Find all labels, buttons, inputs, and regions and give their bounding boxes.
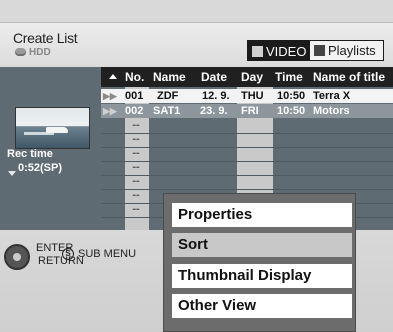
cell-date: 23. 9.	[200, 105, 228, 117]
table-header-row: No. Name Date Day Time Name of title	[101, 67, 393, 87]
col-header-time[interactable]: Time	[275, 67, 303, 87]
table-row[interactable]: ▶▶ 001 ZDF 12. 9. THU 10:50 Terra X	[101, 89, 393, 103]
cell-day: THU	[241, 90, 264, 102]
table-row-selected[interactable]: ▶▶ 002 SAT1 23. 9. FRI 10:50 Motors	[101, 104, 393, 118]
menu-item-sort[interactable]: Sort	[172, 233, 352, 257]
scroll-down-icon[interactable]	[8, 171, 16, 176]
empty-slot: --	[132, 175, 140, 187]
sub-menu-popup: Properties Sort Thumbnail Display Other …	[163, 193, 356, 332]
cell-title: Motors	[313, 105, 350, 117]
menu-item-thumbnail-display[interactable]: Thumbnail Display	[172, 264, 352, 288]
create-list-screen: Create List HDD VIDEO Playlists Rec time…	[0, 0, 393, 332]
cell-time: 10:50	[277, 90, 306, 102]
cell-time: 10:50	[277, 105, 306, 117]
menu-item-properties[interactable]: Properties	[172, 203, 352, 227]
menu-item-other-view[interactable]: Other View	[172, 294, 352, 318]
submenu-key-icon: S	[62, 248, 74, 260]
preview-panel: Rec time 0:52(SP)	[0, 67, 101, 230]
tab-video[interactable]: VIDEO	[247, 40, 314, 61]
playlists-square-icon	[314, 45, 325, 56]
drive-label: HDD	[29, 47, 51, 58]
return-label: RETURN	[38, 255, 84, 267]
thumbnail-image	[15, 107, 90, 149]
cell-name: SAT1	[153, 105, 181, 117]
play-indicator-icon: ▶▶	[103, 91, 117, 101]
rec-time-label: Rec time	[7, 148, 53, 160]
empty-slot: --	[132, 147, 140, 159]
empty-slot: --	[132, 189, 140, 201]
drive-indicator: HDD	[15, 47, 51, 58]
video-square-icon	[252, 46, 263, 57]
header-bar: Create List HDD VIDEO Playlists	[0, 22, 393, 67]
hdd-icon	[15, 48, 26, 57]
tab-playlists[interactable]: Playlists	[309, 40, 384, 61]
empty-slot: --	[132, 203, 140, 215]
sort-up-icon[interactable]	[109, 74, 117, 79]
remote-enter-icon	[4, 244, 30, 270]
tab-video-label: VIDEO	[266, 44, 307, 59]
col-header-no[interactable]: No.	[125, 67, 144, 87]
col-header-title[interactable]: Name of title	[313, 67, 385, 87]
empty-slot: --	[132, 119, 140, 131]
rec-time-value: 0:52(SP)	[18, 162, 63, 174]
play-indicator-icon: ▶▶	[103, 106, 117, 116]
cell-day: FRI	[241, 105, 259, 117]
col-header-day[interactable]: Day	[241, 67, 263, 87]
cell-name: ZDF	[157, 90, 179, 102]
col-header-name[interactable]: Name	[153, 67, 186, 87]
tab-playlists-label: Playlists	[328, 43, 376, 58]
boat-shape	[46, 127, 68, 133]
page-title: Create List	[13, 30, 78, 46]
empty-slot: --	[132, 161, 140, 173]
enter-button-center	[13, 253, 21, 261]
cell-title: Terra X	[313, 90, 351, 102]
col-header-date[interactable]: Date	[201, 67, 227, 87]
empty-slot: --	[132, 133, 140, 145]
submenu-label: SUB MENU	[78, 248, 137, 260]
cell-no: 001	[125, 90, 144, 102]
cell-date: 12. 9.	[202, 90, 230, 102]
cell-no: 002	[125, 105, 144, 117]
